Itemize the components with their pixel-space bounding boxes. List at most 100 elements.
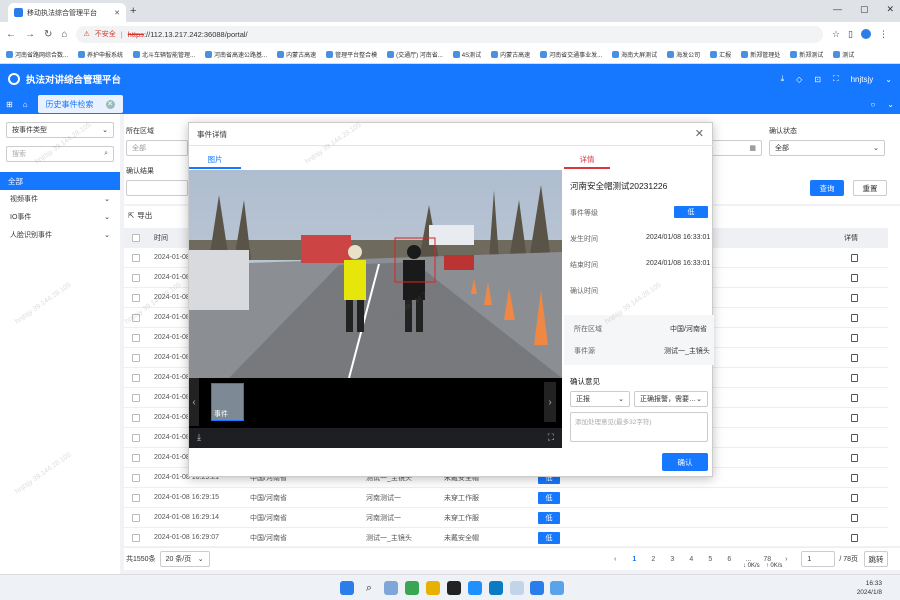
detail-icon[interactable]: [851, 253, 858, 262]
detail-icon[interactable]: [851, 513, 858, 522]
maximize-icon[interactable]: ▢: [860, 4, 869, 15]
row-checkbox[interactable]: [132, 393, 140, 402]
table-row[interactable]: 2024-01-08 16:29:15 中国/河南省 河南测试一 未穿工作服低: [124, 488, 888, 508]
page-3[interactable]: 3: [665, 556, 679, 563]
lock-icon[interactable]: ⊡: [814, 75, 821, 84]
sidebar-item-all[interactable]: 全部: [0, 172, 120, 190]
chevron-down-icon[interactable]: ⌄: [885, 75, 892, 84]
minimize-icon[interactable]: —: [833, 4, 842, 15]
close-window-icon[interactable]: ✕: [886, 4, 894, 15]
prev-page-icon[interactable]: ‹: [608, 556, 622, 563]
not-secure-icon[interactable]: ⚠: [83, 30, 89, 38]
bookmark-item[interactable]: 内蒙古高速: [491, 50, 530, 59]
grid-menu-icon[interactable]: ⊞: [6, 100, 13, 109]
tab-photo[interactable]: 图片: [189, 151, 241, 169]
row-checkbox[interactable]: [132, 253, 140, 262]
row-checkbox[interactable]: [132, 313, 140, 322]
table-row[interactable]: 2024-01-08 16:29:07 中国/河南省 测试一_主镜头 未戴安全帽低: [124, 528, 888, 548]
page-6[interactable]: 6: [722, 556, 736, 563]
bookmark-item[interactable]: 4S测试: [452, 50, 481, 59]
row-checkbox[interactable]: [132, 453, 140, 462]
new-tab-icon[interactable]: +: [130, 5, 136, 17]
page-2[interactable]: 2: [646, 556, 660, 563]
back-icon[interactable]: ←: [6, 29, 16, 40]
page-4[interactable]: 4: [684, 556, 698, 563]
row-checkbox[interactable]: [132, 473, 140, 482]
windows-start-icon[interactable]: [340, 581, 354, 595]
close-tab-icon[interactable]: ✕: [114, 9, 120, 17]
confirm-result-select[interactable]: [126, 180, 188, 196]
bookmark-item[interactable]: 北斗车辆智能管理...: [133, 50, 195, 59]
wechat-icon[interactable]: [405, 581, 419, 595]
url-input[interactable]: ⚠ 不安全 | https://112.13.217.242:36088/por…: [76, 25, 823, 43]
row-checkbox[interactable]: [132, 373, 140, 382]
row-checkbox[interactable]: [132, 273, 140, 282]
page-5[interactable]: 5: [703, 556, 717, 563]
chevron-right-icon[interactable]: ›: [544, 382, 556, 422]
bookmark-item[interactable]: 新郑测试: [790, 50, 823, 59]
sidebar-item-io[interactable]: IO事件 ⌄: [0, 208, 120, 226]
menu-icon[interactable]: ⋮: [879, 29, 888, 40]
bookmark-item[interactable]: 养护申报系统: [78, 50, 123, 59]
chevron-left-icon[interactable]: ‹: [189, 378, 199, 426]
row-checkbox[interactable]: [132, 433, 140, 442]
row-checkbox[interactable]: [132, 333, 140, 342]
user-name[interactable]: hnjtsjy: [851, 75, 874, 84]
home-icon[interactable]: ⌂: [61, 29, 67, 40]
table-row[interactable]: 2024-01-08 16:29:14 中国/河南省 河南测试一 未穿工作服低: [124, 508, 888, 528]
bookmark-item[interactable]: 汇报: [710, 50, 731, 59]
theme-icon[interactable]: ◇: [796, 75, 802, 84]
row-checkbox[interactable]: [132, 513, 140, 522]
detail-icon[interactable]: [851, 353, 858, 362]
bookmark-item[interactable]: 测试: [833, 50, 854, 59]
jump-button[interactable]: 跳转: [864, 551, 888, 567]
page-jump-input[interactable]: 1: [801, 551, 836, 567]
detail-icon[interactable]: [851, 473, 858, 482]
browser-tab[interactable]: 移动执法综合管理平台 ✕: [8, 3, 126, 22]
tab-detail[interactable]: 详情: [564, 151, 610, 169]
forward-icon[interactable]: →: [25, 29, 35, 40]
select-all-checkbox[interactable]: [132, 234, 140, 242]
download-icon[interactable]: ⤓: [781, 74, 785, 84]
tab-history-search[interactable]: 历史事件检索 ✕: [37, 95, 123, 113]
thumbnail-event[interactable]: 事件: [211, 383, 244, 421]
download-image-icon[interactable]: ⤓: [197, 432, 201, 443]
export-button[interactable]: ⇱ 导出: [128, 210, 152, 221]
sidebar-search-input[interactable]: 搜索 ⌕: [6, 146, 114, 162]
detail-icon[interactable]: [851, 533, 858, 542]
profile-avatar[interactable]: [861, 28, 871, 39]
detail-icon[interactable]: [851, 273, 858, 282]
page-1[interactable]: 1: [627, 556, 641, 563]
close-icon[interactable]: ✕: [695, 127, 704, 140]
app-icon[interactable]: [550, 581, 564, 595]
reset-button[interactable]: 重置: [853, 180, 887, 196]
opinion-type-select[interactable]: 正报 ⌄: [570, 391, 630, 407]
bookmark-item[interactable]: 管理平台整合模: [326, 50, 377, 59]
task-view-icon[interactable]: [384, 581, 398, 595]
row-checkbox[interactable]: [132, 413, 140, 422]
detail-icon[interactable]: [851, 313, 858, 322]
fullscreen-icon[interactable]: ⛶: [548, 432, 554, 443]
detail-icon[interactable]: [851, 493, 858, 502]
clock[interactable]: 16:33 2024/1/8: [857, 579, 882, 597]
app-icon[interactable]: [489, 581, 503, 595]
bookmark-item[interactable]: 海南大屏测试: [612, 50, 657, 59]
more-icon[interactable]: ⌄: [887, 100, 894, 109]
bookmark-item[interactable]: (交通厅) 河南省...: [387, 50, 443, 59]
app-icon[interactable]: [510, 581, 524, 595]
detail-icon[interactable]: [851, 373, 858, 382]
detail-icon[interactable]: [851, 413, 858, 422]
search-icon[interactable]: ⌕: [362, 581, 376, 595]
opinion-textarea[interactable]: 添加处理意见(最多32字符): [570, 412, 708, 442]
region-select[interactable]: 全部: [126, 140, 188, 156]
detail-icon[interactable]: [851, 433, 858, 442]
bookmark-item[interactable]: 新郑管理处: [741, 50, 780, 59]
chrome-icon[interactable]: [426, 581, 440, 595]
detail-icon[interactable]: [851, 393, 858, 402]
sidebar-item-face[interactable]: 人脸识别事件 ⌄: [0, 226, 120, 244]
row-checkbox[interactable]: [132, 493, 140, 502]
row-checkbox[interactable]: [132, 353, 140, 362]
home-nav-icon[interactable]: ⌂: [23, 100, 28, 109]
detail-icon[interactable]: [851, 333, 858, 342]
bookmark-item[interactable]: 内蒙古高速: [277, 50, 316, 59]
